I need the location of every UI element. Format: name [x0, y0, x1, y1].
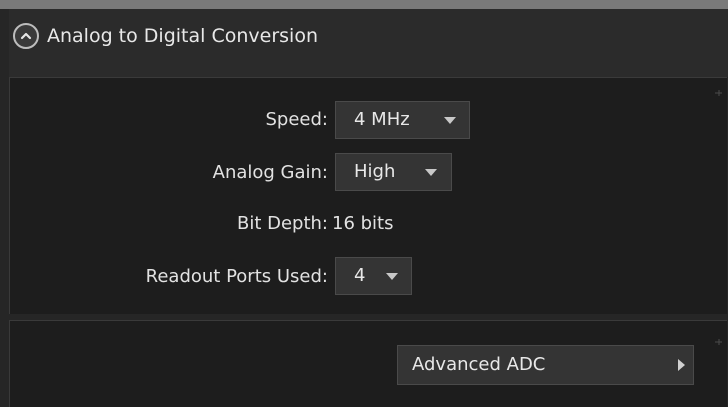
caret-down-icon: [425, 169, 437, 176]
pin-icon[interactable]: [713, 337, 723, 347]
adc-settings-window: Analog to Digital Conversion Speed: 4 MH…: [0, 0, 728, 407]
analog-gain-value: High: [354, 161, 396, 182]
analog-gain-label: Analog Gain:: [212, 162, 328, 183]
caret-down-icon: [386, 273, 398, 280]
pin-icon[interactable]: [713, 88, 723, 98]
collapse-button[interactable]: [13, 23, 39, 49]
caret-right-icon: [678, 359, 685, 371]
bit-depth-label: Bit Depth:: [236, 213, 328, 234]
analog-gain-dropdown[interactable]: High: [335, 153, 452, 191]
speed-dropdown[interactable]: 4 MHz: [335, 101, 470, 139]
speed-label: Speed:: [265, 109, 329, 130]
readout-ports-dropdown[interactable]: 4: [335, 257, 412, 295]
readout-ports-value: 4: [354, 265, 366, 286]
bit-depth-value: 16 bits: [332, 213, 394, 234]
caret-down-icon: [444, 117, 456, 124]
speed-value: 4 MHz: [354, 109, 410, 130]
panel-title: Analog to Digital Conversion: [47, 25, 318, 47]
chevron-up-icon: [20, 32, 32, 40]
advanced-adc-button[interactable]: Advanced ADC: [397, 345, 694, 385]
advanced-adc-label: Advanced ADC: [412, 354, 546, 375]
top-strip: [0, 0, 728, 9]
readout-ports-label: Readout Ports Used:: [145, 266, 328, 287]
